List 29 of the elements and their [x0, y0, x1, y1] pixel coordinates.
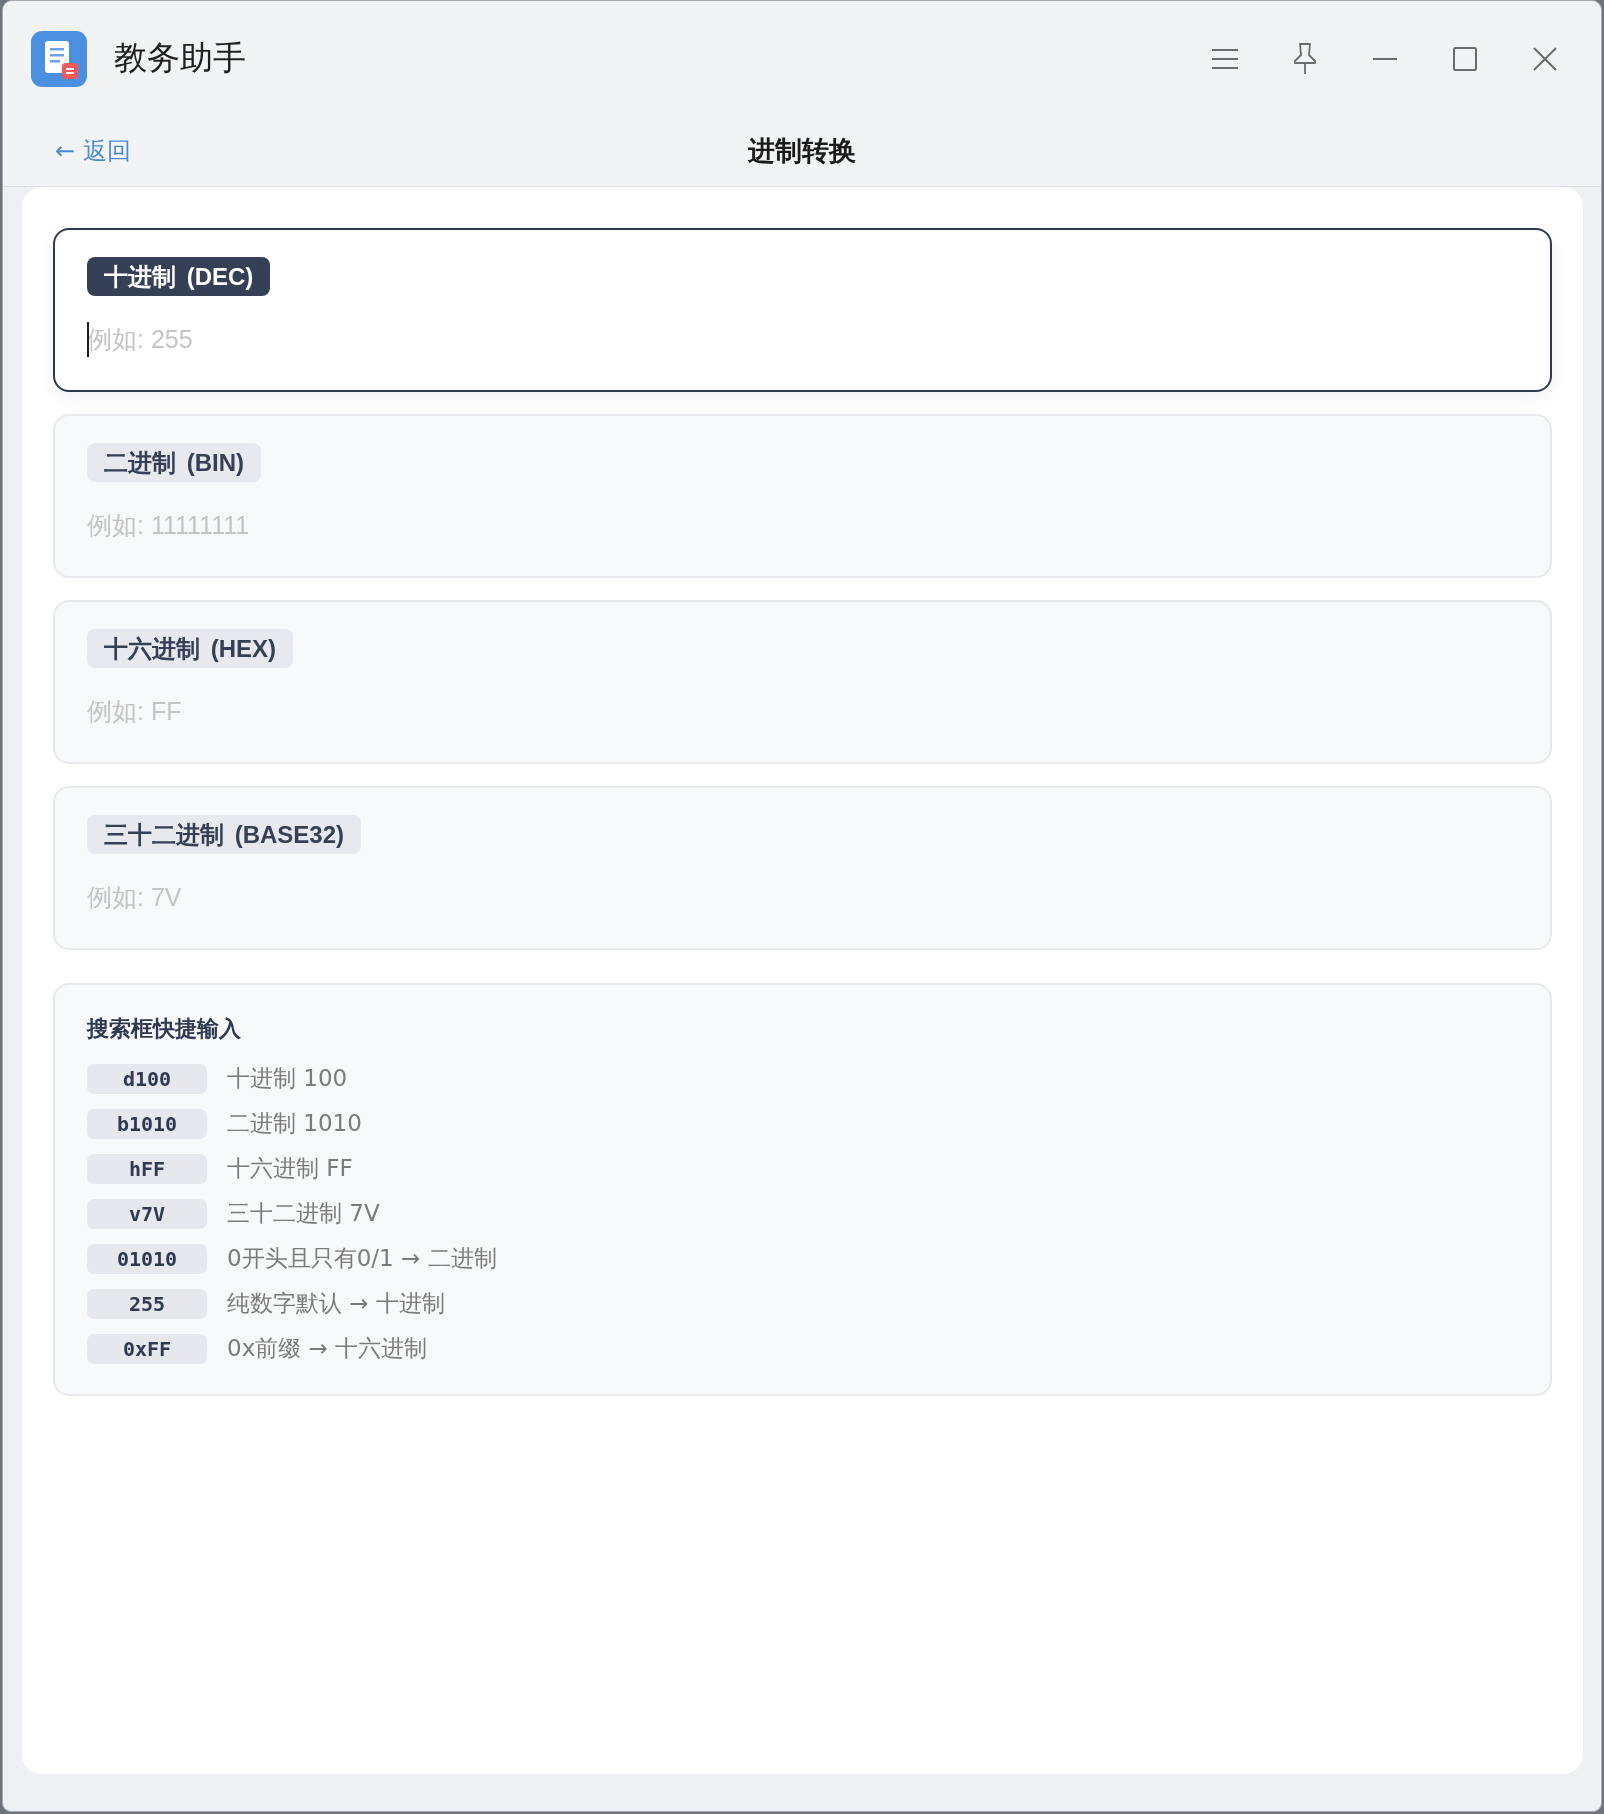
shortcut-code: v7V: [87, 1198, 207, 1229]
shortcut-code: 255: [87, 1288, 207, 1319]
shortcut-description: 三十二进制 7V: [227, 1199, 380, 1228]
shortcut-code: hFF: [87, 1153, 207, 1184]
shortcut-code: b1010: [87, 1108, 207, 1139]
shortcut-code: d100: [87, 1063, 207, 1094]
base-label: 二进制 (BIN): [87, 443, 261, 482]
window-title: 教务助手: [114, 38, 246, 78]
page-title: 进制转换: [748, 135, 856, 168]
document-icon: [31, 30, 87, 87]
shortcut-description: 0x前缀 → 十六进制: [227, 1334, 428, 1363]
shortcut-description: 十六进制 FF: [227, 1154, 353, 1183]
maximize-icon[interactable]: [1453, 46, 1477, 71]
shortcut-code: 0xFF: [87, 1333, 207, 1364]
base-label: 十六进制 (HEX): [87, 629, 293, 668]
section-title: 搜索框快捷输入: [87, 1015, 242, 1043]
shortcut-description: 纯数字默认 → 十进制: [227, 1289, 445, 1318]
shortcut-description: 十进制 100: [227, 1064, 348, 1093]
number-input[interactable]: 例如: 255: [87, 318, 1518, 360]
shortcut-code: 01010: [87, 1243, 207, 1274]
base-label: 十进制 (DEC): [87, 257, 271, 296]
shortcut-description: 二进制 1010: [227, 1109, 362, 1138]
base-label: 三十二进制 (BASE32): [87, 815, 362, 854]
pin-icon[interactable]: [1294, 42, 1316, 75]
shortcut-description: 0开头且只有0/1 → 二进制: [227, 1244, 497, 1273]
menu-icon[interactable]: [1212, 48, 1238, 69]
back-link[interactable]: ← 返回: [55, 135, 131, 167]
minimize-icon[interactable]: [1373, 57, 1397, 60]
close-icon[interactable]: [1533, 46, 1557, 71]
